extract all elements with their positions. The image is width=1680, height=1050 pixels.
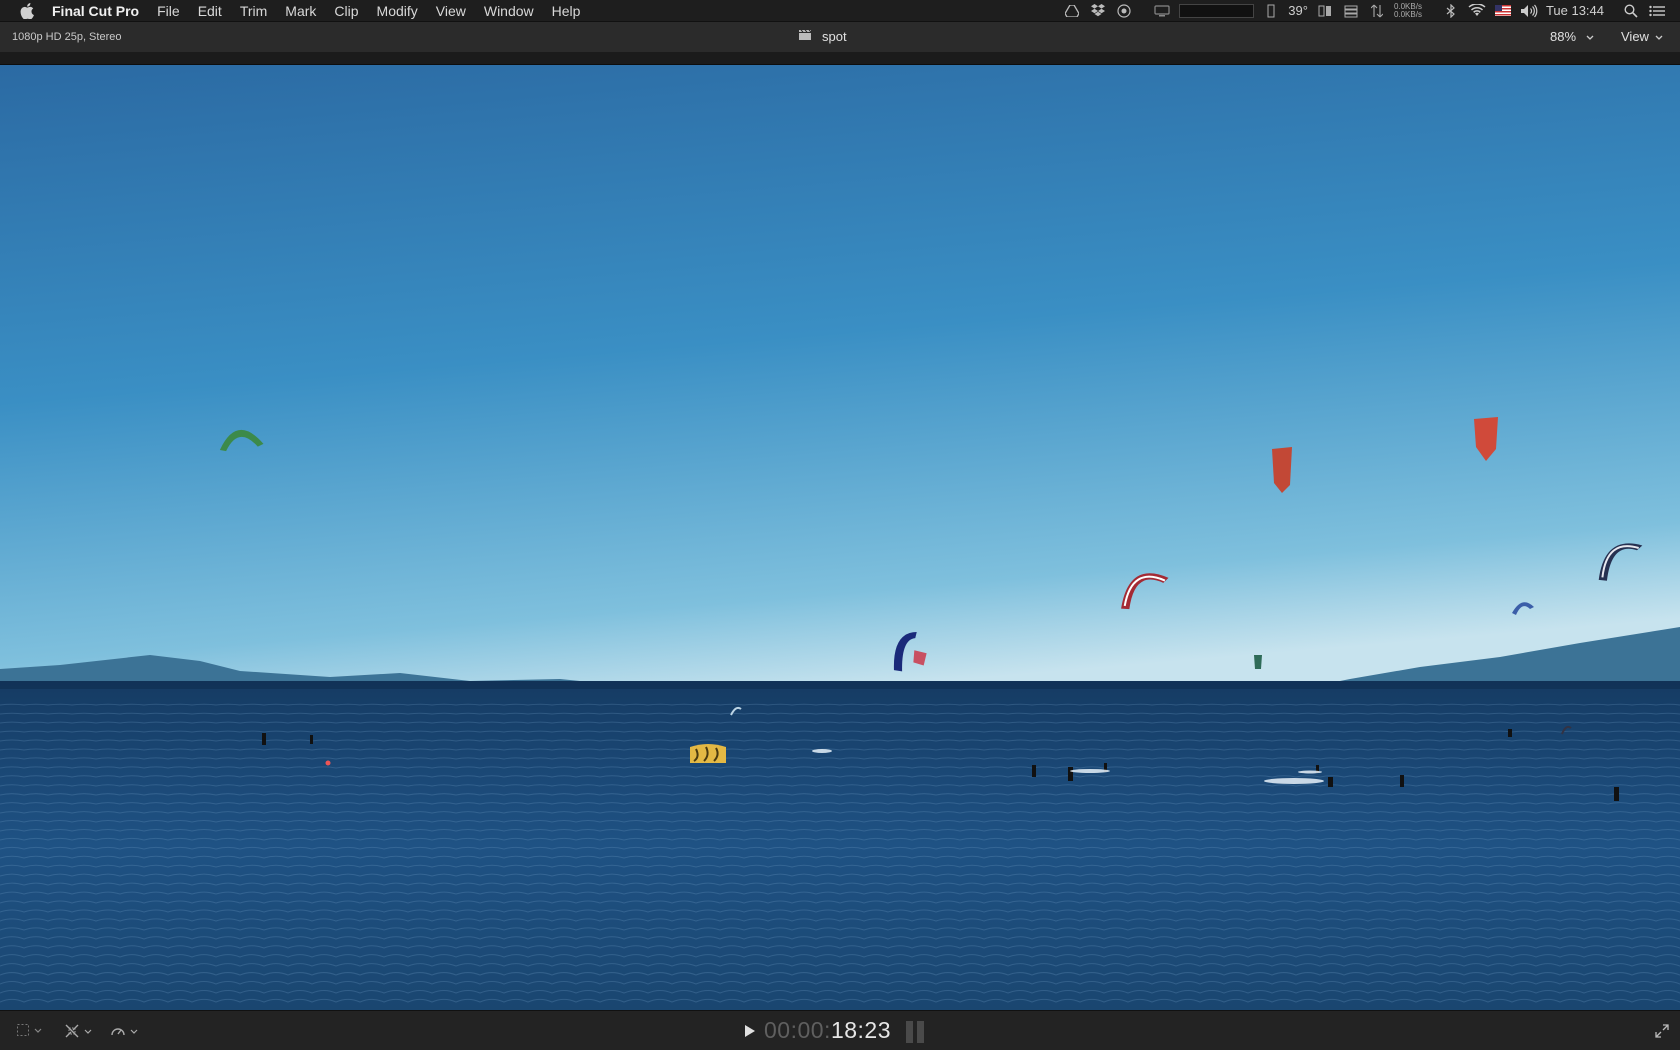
timecode-hours-minutes: 00:00: — [764, 1017, 831, 1043]
view-options-button[interactable] — [16, 1023, 42, 1040]
notification-center-icon[interactable] — [1648, 3, 1666, 19]
menu-help[interactable]: Help — [543, 0, 590, 22]
menu-trim[interactable]: Trim — [231, 0, 276, 22]
menu-bar: Final Cut Pro File Edit Trim Mark Clip M… — [0, 0, 1680, 22]
enhancements-button[interactable] — [110, 1023, 138, 1042]
clapperboard-icon — [798, 29, 812, 44]
fullscreen-icon[interactable] — [1654, 1023, 1670, 1039]
sensor-icon — [1262, 3, 1280, 19]
menu-file[interactable]: File — [148, 0, 189, 22]
memory-icon[interactable] — [1316, 3, 1334, 19]
transform-icon — [64, 1023, 80, 1042]
chevron-down-icon — [1586, 29, 1594, 44]
speed-gauge-icon — [110, 1023, 126, 1042]
net-down: 0.0KB/s — [1393, 9, 1422, 19]
kite — [690, 744, 726, 763]
dropbox-icon[interactable] — [1089, 3, 1107, 19]
net-speed[interactable]: 0.0KB/s 0.0KB/s — [1393, 2, 1434, 19]
app-menu[interactable]: Final Cut Pro — [48, 0, 148, 22]
timecode-seconds-frames: 18:23 — [830, 1017, 892, 1043]
audio-meter-right — [917, 1021, 924, 1043]
sea — [0, 681, 1680, 1010]
zoom-control[interactable]: 88% — [1550, 29, 1594, 44]
activity-icon[interactable] — [1115, 3, 1133, 19]
project-title: spot — [798, 29, 847, 44]
view-menu-label: View — [1621, 29, 1649, 44]
menu-modify[interactable]: Modify — [368, 0, 427, 22]
view-menu-button[interactable]: View — [1621, 29, 1663, 44]
menu-window[interactable]: Window — [475, 0, 543, 22]
chevron-down-icon — [130, 1027, 138, 1038]
zoom-level: 88% — [1550, 29, 1577, 44]
audio-meter-left — [906, 1021, 913, 1043]
video-frame — [0, 65, 1680, 1010]
chevron-down-icon — [34, 1026, 42, 1037]
wifi-icon[interactable] — [1468, 3, 1486, 19]
chevron-down-icon — [84, 1027, 92, 1038]
network-icon[interactable] — [1368, 3, 1386, 19]
spotlight-icon[interactable] — [1622, 3, 1640, 19]
status-area: 39° 0.0KB/s 0.0KB/s Tue 13:44 — [1063, 0, 1680, 22]
viewer-bottom-bar: 00:00: 18:23 — [0, 1010, 1680, 1050]
google-drive-icon[interactable] — [1063, 3, 1081, 19]
viewer-header: 1080p HD 25p, Stereo spot 88% View — [0, 22, 1680, 52]
temperature-readout[interactable]: 39° — [1288, 3, 1308, 18]
project-name: spot — [822, 29, 847, 44]
timecode-display[interactable]: 00:00: 18:23 — [742, 1017, 891, 1044]
viewer-divider — [0, 52, 1680, 65]
menu-edit[interactable]: Edit — [189, 0, 231, 22]
play-icon[interactable] — [742, 1023, 758, 1039]
cpu-meter[interactable] — [1179, 3, 1255, 18]
bluetooth-icon[interactable] — [1442, 3, 1460, 19]
volume-icon[interactable] — [1520, 3, 1538, 19]
display-icon[interactable] — [1153, 3, 1171, 19]
kite — [1254, 655, 1262, 669]
chevron-down-icon — [1655, 29, 1663, 44]
kite — [1508, 729, 1512, 737]
us-flag-icon[interactable] — [1494, 3, 1512, 19]
clock[interactable]: Tue 13:44 — [1546, 3, 1604, 18]
video-viewer[interactable] — [0, 65, 1680, 1010]
crop-icon — [16, 1023, 30, 1040]
disk-icon[interactable] — [1342, 3, 1360, 19]
menu-clip[interactable]: Clip — [325, 0, 367, 22]
transform-tool-button[interactable] — [64, 1023, 92, 1042]
menu-mark[interactable]: Mark — [276, 0, 325, 22]
apple-icon[interactable] — [18, 2, 36, 20]
audio-meter[interactable] — [906, 1021, 924, 1043]
format-label: 1080p HD 25p, Stereo — [12, 31, 122, 43]
menu-view[interactable]: View — [427, 0, 475, 22]
